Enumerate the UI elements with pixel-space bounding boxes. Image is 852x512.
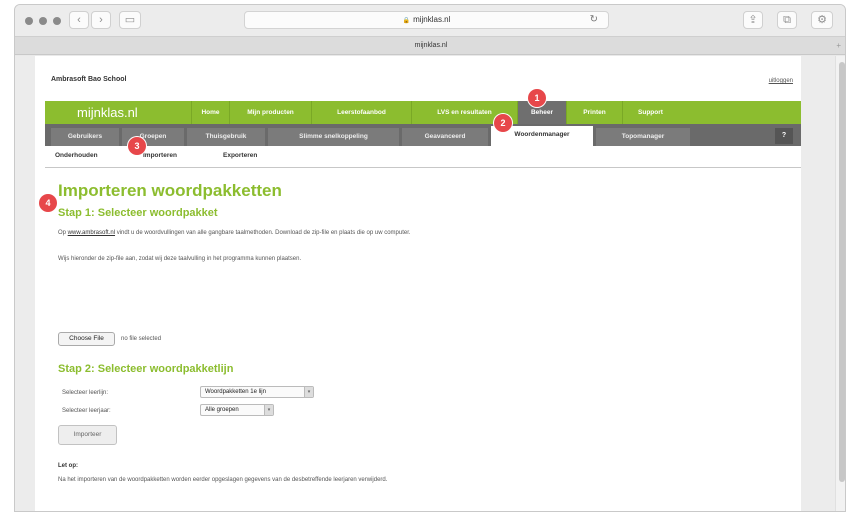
annotation-badge-3: 3 <box>128 137 146 155</box>
web-page: Ambrasoft Bao School uitloggen mijnklas.… <box>35 56 801 511</box>
reload-icon[interactable]: ↻ <box>590 12 598 28</box>
leerlijn-select-value: Woordpakketten 1e lijn <box>205 389 266 395</box>
new-tab-icon[interactable]: + <box>836 37 841 55</box>
screenshot-root: ‹ › ▭ 🔒 mijnklas.nl ↻ ⇪ ⧉ ⚙ mijnklas.nl +… <box>0 0 852 512</box>
close-window-button[interactable] <box>25 17 33 25</box>
main-nav-leerstofaanbod[interactable]: Leerstofaanbod <box>311 101 411 124</box>
main-nav: mijnklas.nl Home Mijn producten Leerstof… <box>45 101 801 124</box>
share-button[interactable]: ⇪ <box>743 11 763 29</box>
page-viewport: Ambrasoft Bao School uitloggen mijnklas.… <box>15 56 845 511</box>
logout-link[interactable]: uitloggen <box>769 78 793 84</box>
choose-file-button[interactable]: Choose File <box>58 332 115 346</box>
tert-nav-exporteren[interactable]: Exporteren <box>223 152 257 159</box>
ambrasoft-link[interactable]: www.ambrasoft.nl <box>68 230 115 236</box>
school-name: Ambrasoft Bao School <box>51 76 127 83</box>
main-nav-mijn-producten[interactable]: Mijn producten <box>229 101 311 124</box>
show-tabs-button[interactable]: ⧉ <box>777 11 797 29</box>
annotation-badge-1: 1 <box>528 89 546 107</box>
main-nav-support[interactable]: Support <box>622 101 678 124</box>
sub-nav-gebruikers[interactable]: Gebruikers <box>51 128 119 146</box>
leerjaar-select[interactable]: Alle groepen ▾ <box>200 404 274 416</box>
chevron-down-icon: ▾ <box>264 405 273 415</box>
annotation-badge-2: 2 <box>494 114 512 132</box>
tert-nav-onderhouden[interactable]: Onderhouden <box>55 152 98 159</box>
no-file-label: no file selected <box>121 336 162 342</box>
step1-title: Stap 1: Selecteer woordpakket <box>58 207 218 219</box>
annotation-badge-4: 4 <box>39 194 57 212</box>
settings-icon[interactable]: ⚙ <box>811 11 833 29</box>
forward-button[interactable]: › <box>91 11 111 29</box>
sub-nav: Gebruikers Groepen Thuisgebruik Slimme s… <box>45 124 801 146</box>
page-scrollbar[interactable] <box>835 56 845 511</box>
tertiary-nav: Onderhouden Importeren Exporteren <box>45 146 801 168</box>
address-bar[interactable]: 🔒 mijnklas.nl ↻ <box>244 11 609 29</box>
note-text: Na het importeren van de woordpakketten … <box>58 477 388 483</box>
main-nav-printen[interactable]: Printen <box>566 101 622 124</box>
import-button[interactable]: Importeer <box>58 425 117 445</box>
leerlijn-select[interactable]: Woordpakketten 1e lijn ▾ <box>200 386 314 398</box>
brand-logo[interactable]: mijnklas.nl <box>77 105 138 120</box>
zoom-window-button[interactable] <box>53 17 61 25</box>
sidebar-button[interactable]: ▭ <box>119 11 141 29</box>
main-nav-home[interactable]: Home <box>191 101 229 124</box>
scrollbar-thumb[interactable] <box>839 62 845 482</box>
tab-bar: mijnklas.nl + <box>15 37 845 55</box>
note-title: Let op: <box>58 463 78 469</box>
url-text: mijnklas.nl <box>413 15 451 24</box>
step1-text2: Wijs hieronder de zip-file aan, zodat wi… <box>58 256 302 262</box>
sub-nav-thuisgebruik[interactable]: Thuisgebruik <box>187 128 265 146</box>
help-button[interactable]: ? <box>775 128 793 144</box>
sub-nav-geavanceerd[interactable]: Geavanceerd <box>402 128 488 146</box>
sub-nav-slimme-snelkoppeling[interactable]: Slimme snelkoppeling <box>268 128 399 146</box>
lock-icon: 🔒 <box>402 18 411 24</box>
step2-title: Stap 2: Selecteer woordpakketlijn <box>58 363 234 375</box>
leerjaar-select-value: Alle groepen <box>205 407 239 413</box>
chevron-down-icon: ▾ <box>304 387 313 397</box>
back-button[interactable]: ‹ <box>69 11 89 29</box>
minimize-window-button[interactable] <box>39 17 47 25</box>
leerlijn-label: Selecteer leerlijn: <box>62 390 109 396</box>
browser-titlebar: ‹ › ▭ 🔒 mijnklas.nl ↻ ⇪ ⧉ ⚙ <box>15 5 845 37</box>
step1-text: Op www.ambrasoft.nl vindt u de woordvull… <box>58 230 411 236</box>
tert-nav-importeren[interactable]: Importeren <box>143 152 177 159</box>
page-title: Importeren woordpakketten <box>58 181 282 200</box>
sub-nav-topomanager[interactable]: Topomanager <box>596 128 690 146</box>
browser-window: ‹ › ▭ 🔒 mijnklas.nl ↻ ⇪ ⧉ ⚙ mijnklas.nl +… <box>14 4 846 512</box>
leerjaar-label: Selecteer leerjaar: <box>62 408 111 414</box>
tab-title[interactable]: mijnklas.nl <box>415 42 448 49</box>
